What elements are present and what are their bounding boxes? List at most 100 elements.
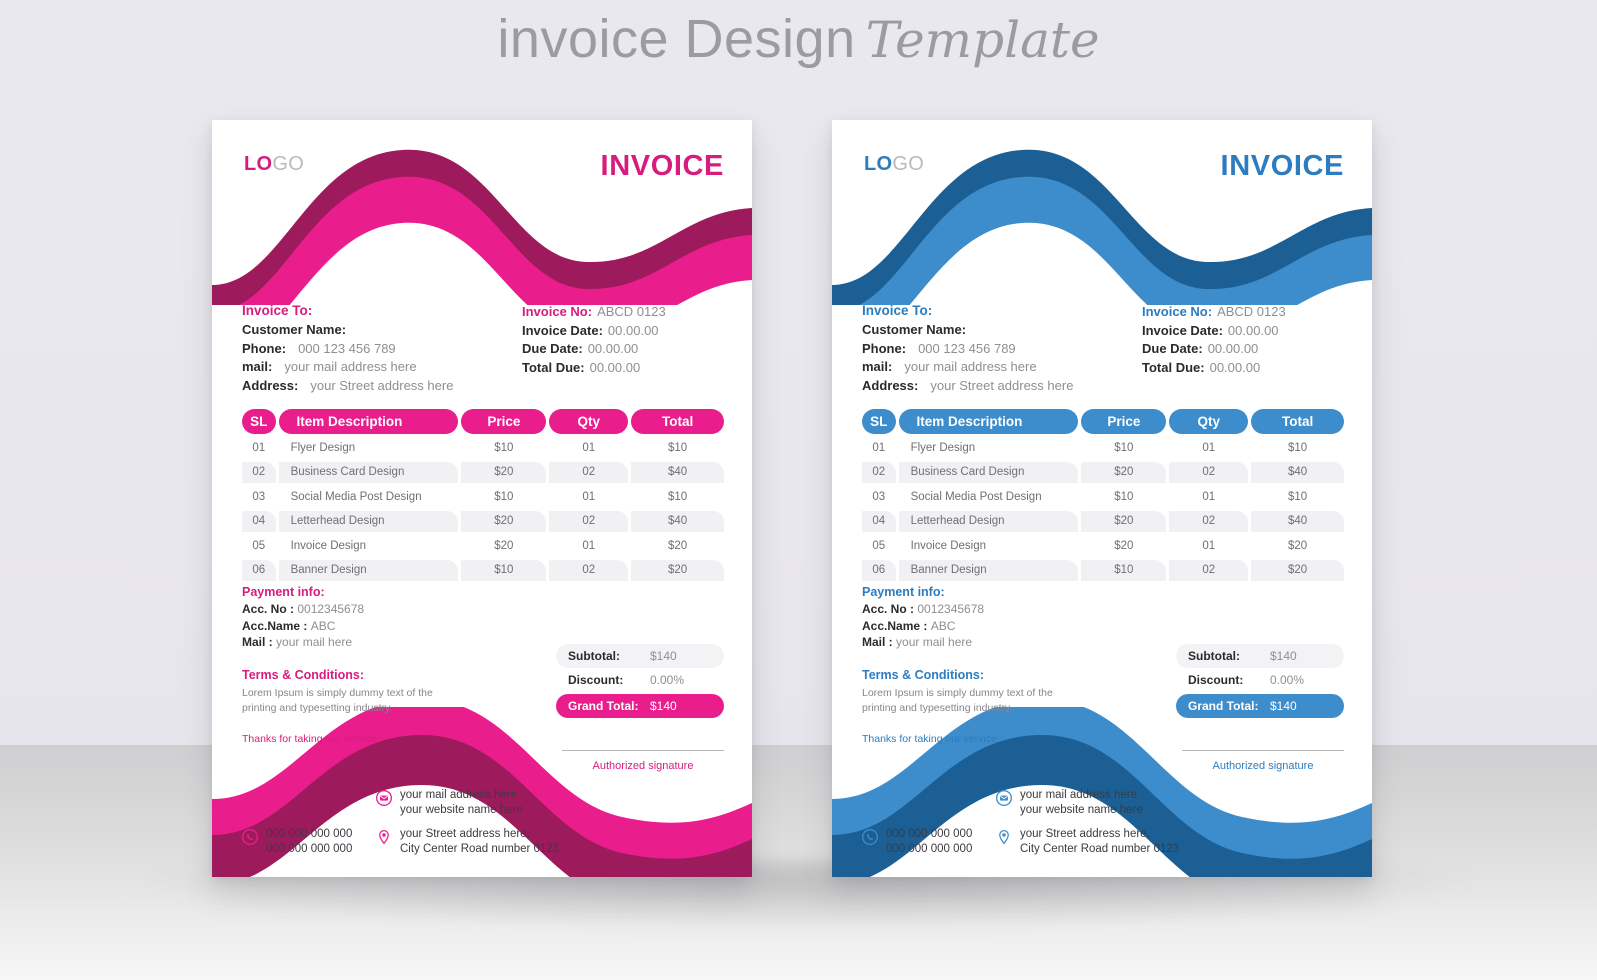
terms-body: Lorem Ipsum is simply dummy text of the … [862, 687, 1053, 714]
contact-address-line2: City Center Road number 0123 [1020, 843, 1180, 855]
logo-light-text: GO [892, 153, 925, 175]
cell-qty: 02 [549, 461, 629, 483]
cell-item: Business Card Design [278, 461, 459, 483]
table-row: 06 Banner Design $10 02 $20 [242, 559, 724, 581]
bill-to-label: mail: [862, 359, 893, 374]
contact-address-pink[interactable]: your Street address here, City Center Roa… [376, 827, 559, 857]
table-row: 01 Flyer Design $10 01 $10 [862, 437, 1344, 459]
table-row: 05 Invoice Design $20 01 $20 [862, 535, 1344, 557]
cell-price: $20 [494, 539, 514, 552]
cell-qty: 01 [1202, 490, 1216, 503]
payment-label: Acc. No : [862, 602, 918, 616]
envelope-icon [996, 790, 1012, 806]
invoice-sheet-blue[interactable]: LOGO INVOICE Invoice To: Customer Name: … [832, 120, 1372, 877]
cell-price: $20 [461, 461, 547, 483]
invoice-details-row: Due Date: 00.00.00 [522, 340, 666, 359]
bill-to-value: your Street address here [930, 377, 1074, 393]
table-header-price: Price [461, 409, 547, 434]
bill-to-row: Phone: 000 123 456 789 [242, 340, 453, 359]
contact-mail-line2: your website name here [400, 804, 523, 816]
cell-item: Social Media Post Design [290, 490, 422, 503]
cell-qty: 01 [582, 441, 596, 454]
terms-title: Terms & Conditions: [862, 668, 984, 682]
table-row: 06 Banner Design $10 02 $20 [862, 559, 1344, 581]
envelope-icon [376, 790, 392, 806]
items-table-pink: SL Item Description Price Qty Total 01 Fl… [242, 409, 724, 581]
grand-total-row: Grand Total: $140 [1176, 694, 1344, 718]
cell-total: $40 [631, 510, 724, 532]
logo-blue[interactable]: LOGO [864, 153, 924, 176]
cell-qty: 01 [582, 490, 596, 503]
invoice-heading-blue: INVOICE [1220, 150, 1344, 182]
bill-to-block-pink: Invoice To: Customer Name: Phone: 000 123… [242, 303, 453, 395]
table-row: 04 Letterhead Design $20 02 $40 [862, 510, 1344, 532]
cell-price: $20 [1114, 539, 1134, 552]
cell-total: $20 [631, 559, 724, 581]
table-header-sl: SL [242, 409, 276, 434]
contact-phone-line2: 000 000 000 000 [266, 843, 353, 855]
contact-mail-pink[interactable]: your mail address here your website name … [376, 788, 523, 818]
payment-value: 0012345678 [297, 602, 365, 616]
contact-address-text: your Street address here, City Center Roa… [400, 827, 559, 857]
bill-to-value [966, 322, 978, 337]
payment-info-block-pink: Payment info: Acc. No : 0012345678 Acc.N… [242, 585, 364, 651]
cell-sl: 03 [872, 490, 886, 503]
thanks-note-blue: Thanks for taking our service [862, 733, 997, 745]
cell-sl: 06 [242, 559, 276, 581]
table-header-item: Item Description [278, 409, 459, 434]
payment-row: Mail : your mail here [242, 634, 364, 651]
payment-label: Mail : [242, 635, 277, 649]
contact-phone-blue[interactable]: 000 000 000 000 000 000 000 000 [862, 827, 972, 857]
cell-price: $10 [1114, 441, 1134, 454]
bill-to-value: 000 123 456 789 [918, 340, 1016, 356]
payment-label: Acc.Name : [242, 618, 311, 633]
invoice-no-label: Invoice No: [522, 304, 593, 319]
logo-pink[interactable]: LOGO [244, 153, 304, 176]
table-header-item: Item Description [898, 409, 1079, 434]
phone-icon [242, 829, 258, 845]
total-due-label: Total Due: [522, 359, 585, 375]
cell-total: $20 [668, 539, 688, 552]
discount-value: 0.00% [650, 673, 685, 687]
bill-to-label: mail: [242, 359, 273, 374]
invoice-no-label: Invoice No: [1142, 304, 1213, 319]
contact-address-text: your Street address here, City Center Roa… [1020, 827, 1179, 857]
contact-phone-pink[interactable]: 000 000 000 000 000 000 000 000 [242, 827, 352, 857]
invoice-date-value: 00.00.00 [607, 322, 659, 338]
contact-mail-blue[interactable]: your mail address here your website name … [996, 788, 1143, 818]
cell-sl: 01 [252, 441, 266, 454]
grand-total-label: Grand Total: [568, 699, 639, 713]
due-date-label: Due Date: [522, 341, 583, 356]
cell-total: $10 [668, 441, 688, 454]
cell-sl: 02 [242, 461, 276, 483]
payment-row: Acc. No : 0012345678 [242, 601, 364, 618]
bill-to-value: your mail address here [284, 359, 417, 374]
invoice-details-row: Total Due: 00.00.00 [522, 359, 666, 378]
bill-to-label: Customer Name: [862, 322, 967, 337]
contact-address-blue[interactable]: your Street address here, City Center Roa… [996, 827, 1179, 857]
cell-price: $10 [1114, 490, 1134, 503]
contact-address-line1: your Street address here, [1020, 828, 1150, 840]
cell-total: $10 [668, 490, 688, 503]
invoice-sheet-pink[interactable]: LOGO INVOICE Invoice To: Customer Name: … [212, 120, 752, 877]
grand-total-label: Grand Total: [1188, 699, 1259, 713]
payment-row: Acc.Name : ABC [242, 618, 364, 635]
total-due-label: Total Due: [1142, 359, 1205, 375]
payment-info-title: Payment info: [242, 585, 325, 599]
cell-total: $20 [1288, 539, 1308, 552]
invoice-details-block-pink: Invoice No: ABCD 0123 Invoice Date: 00.00.… [522, 303, 666, 377]
signature-label-blue: Authorized signature [1212, 760, 1314, 772]
table-header-row: SL Item Description Price Qty Total [862, 409, 1344, 434]
cell-total: $40 [631, 461, 724, 483]
cell-qty: 01 [582, 539, 596, 552]
invoice-details-row: Invoice Date: 00.00.00 [1142, 322, 1286, 341]
invoice-heading-pink: INVOICE [600, 150, 724, 182]
cell-sl: 04 [862, 510, 896, 532]
terms-block-blue: Terms & Conditions: Lorem Ipsum is simpl… [862, 668, 1077, 715]
cell-total: $10 [1288, 490, 1308, 503]
contact-phone-text: 000 000 000 000 000 000 000 000 [886, 827, 972, 857]
payment-value: your mail here [896, 635, 973, 649]
cell-sl: 05 [252, 539, 266, 552]
contact-mail-line2: your website name here [1020, 804, 1143, 816]
cell-item: Flyer Design [290, 441, 356, 454]
